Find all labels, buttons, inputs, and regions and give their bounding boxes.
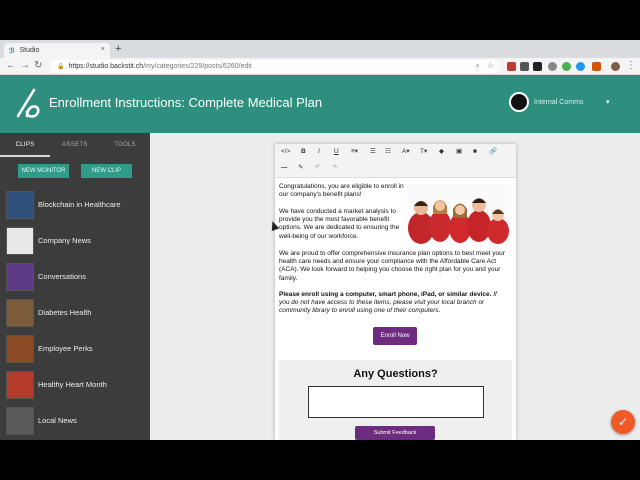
new-tab-button[interactable]: + <box>115 43 121 55</box>
underline-button[interactable]: U <box>334 147 339 157</box>
sidebar: CLIPS ASSETS TOOLS NEW MONITOR NEW CLIP … <box>0 133 150 440</box>
eraser-icon[interactable]: ✎ <box>298 163 303 173</box>
enroll-instructions: Please enroll using a computer, smart ph… <box>279 291 509 316</box>
editor-toolbar: </> B I U ≡▾ ☰ ☷ A▾ T▾ ◆ ▣ ■ 🔗 — ✎ ↶ ↷ <box>275 144 516 178</box>
clip-item[interactable]: Blockchain in Healthcare <box>6 191 150 221</box>
link-icon[interactable]: 🔗 <box>489 147 497 157</box>
browser-tab[interactable]: ℬ Studio × <box>4 43 110 58</box>
editor-content[interactable]: Congratulations, you are eligible to enr… <box>275 178 516 440</box>
clip-label: Healthy Heart Month <box>38 380 107 389</box>
app-header: Enrollment Instructions: Complete Medica… <box>0 75 640 133</box>
paragraph: We are proud to offer comprehensive insu… <box>279 250 505 282</box>
clip-label: Employee Perks <box>38 344 93 353</box>
clip-thumbnail <box>6 371 34 399</box>
page-title: Enrollment Instructions: Complete Medica… <box>49 95 323 110</box>
enroll-instructions-bold: Please enroll using a computer, smart ph… <box>279 291 492 298</box>
questions-title: Any Questions? <box>353 368 438 380</box>
horizontal-rule-icon[interactable]: — <box>281 163 288 173</box>
account-label[interactable]: Internal Comms <box>534 99 583 106</box>
clip-label: Diabetes Health <box>38 308 92 317</box>
clip-thumbnail <box>6 299 34 327</box>
clip-thumbnail <box>6 191 34 219</box>
back-icon[interactable]: ← <box>6 59 16 73</box>
search-icon[interactable]: ⌕ <box>476 61 480 71</box>
forward-icon[interactable]: → <box>20 59 30 73</box>
tab-tools[interactable]: TOOLS <box>100 133 150 157</box>
paragraph: Congratulations, you are eligible to enr… <box>279 183 404 199</box>
extension-icon[interactable] <box>533 62 542 71</box>
screen: ℬ Studio × + ← → ↻ 🔒 https://studio.back… <box>0 40 640 440</box>
check-fab-button[interactable]: ✓ <box>611 410 635 434</box>
backstitch-logo-icon <box>16 88 40 118</box>
clip-item[interactable]: Conversations <box>6 263 150 293</box>
tab-title: Studio <box>19 47 40 54</box>
font-size-dropdown[interactable]: T▾ <box>420 147 427 157</box>
extension-icon[interactable] <box>548 62 557 71</box>
italic-button[interactable]: I <box>318 147 320 157</box>
extension-icon[interactable] <box>507 62 516 71</box>
browser-tab-bar: ℬ Studio × + <box>0 40 640 58</box>
enroll-now-button[interactable]: Enroll Now <box>373 327 417 345</box>
clip-label: Blockchain in Healthcare <box>38 200 121 209</box>
submit-feedback-button[interactable]: Submit Feedback <box>355 426 435 440</box>
address-bar[interactable]: 🔒 https://studio.backstit.ch/my/categori… <box>50 60 500 73</box>
clip-label: Company News <box>38 236 91 245</box>
url-path: /my/categories/229/posts/6260/edit <box>143 63 252 70</box>
new-clip-button[interactable]: NEW CLIP <box>81 164 132 178</box>
color-fill-icon[interactable]: ◆ <box>439 147 444 157</box>
font-color-dropdown[interactable]: A▾ <box>402 147 410 157</box>
lock-icon: 🔒 <box>57 64 65 70</box>
clip-label: Conversations <box>38 272 86 281</box>
browser-toolbar: ← → ↻ 🔒 https://studio.backstit.ch/my/ca… <box>0 58 640 75</box>
extension-icon[interactable] <box>520 62 529 71</box>
clip-thumbnail <box>6 335 34 363</box>
family-photo[interactable] <box>407 184 511 244</box>
clip-label: Local News <box>38 416 77 425</box>
clip-item[interactable]: Healthy Heart Month <box>6 371 150 401</box>
clip-item[interactable]: Diabetes Health <box>6 299 150 329</box>
clip-item[interactable]: Employee Perks <box>6 335 150 365</box>
ordered-list-icon[interactable]: ☰ <box>370 147 376 157</box>
redo-icon[interactable]: ↷ <box>332 163 337 173</box>
extension-icon[interactable] <box>592 62 601 71</box>
account-avatar[interactable] <box>509 92 529 112</box>
studio-favicon-icon: ℬ <box>9 47 15 55</box>
feedback-textarea[interactable] <box>308 386 484 418</box>
extension-icon[interactable] <box>576 62 585 71</box>
tab-assets[interactable]: ASSETS <box>50 133 100 157</box>
star-icon[interactable]: ☆ <box>487 61 494 70</box>
image-icon[interactable]: ▣ <box>456 147 462 157</box>
profile-avatar[interactable] <box>611 62 620 71</box>
clip-thumbnail <box>6 227 34 255</box>
tab-clips[interactable]: CLIPS <box>0 133 50 157</box>
reload-icon[interactable]: ↻ <box>34 59 42 73</box>
video-icon[interactable]: ■ <box>473 147 477 157</box>
clip-item[interactable]: Company News <box>6 227 150 257</box>
new-monitor-button[interactable]: NEW MONITOR <box>18 164 69 178</box>
questions-section: Any Questions? Submit Feedback <box>279 360 512 440</box>
caret-down-icon[interactable]: ▾ <box>606 98 610 106</box>
clip-thumbnail <box>6 407 34 435</box>
undo-icon[interactable]: ↶ <box>315 163 320 173</box>
email-editor: </> B I U ≡▾ ☰ ☷ A▾ T▾ ◆ ▣ ■ 🔗 — ✎ ↶ ↷ C… <box>275 144 516 440</box>
paragraph: We have conducted a market analysis to p… <box>279 208 400 240</box>
close-tab-icon[interactable]: × <box>101 46 105 53</box>
bold-button[interactable]: B <box>301 147 306 157</box>
menu-kebab-icon[interactable]: ⋮ <box>626 59 636 73</box>
extension-icon[interactable] <box>562 62 571 71</box>
code-view-icon[interactable]: </> <box>281 147 290 157</box>
unordered-list-icon[interactable]: ☷ <box>385 147 391 157</box>
align-dropdown[interactable]: ≡▾ <box>351 147 358 157</box>
clip-thumbnail <box>6 263 34 291</box>
sidebar-tabs: CLIPS ASSETS TOOLS <box>0 133 150 157</box>
clip-item[interactable]: Local News <box>6 407 150 437</box>
url-host: https://studio.backstit.ch <box>68 63 144 70</box>
